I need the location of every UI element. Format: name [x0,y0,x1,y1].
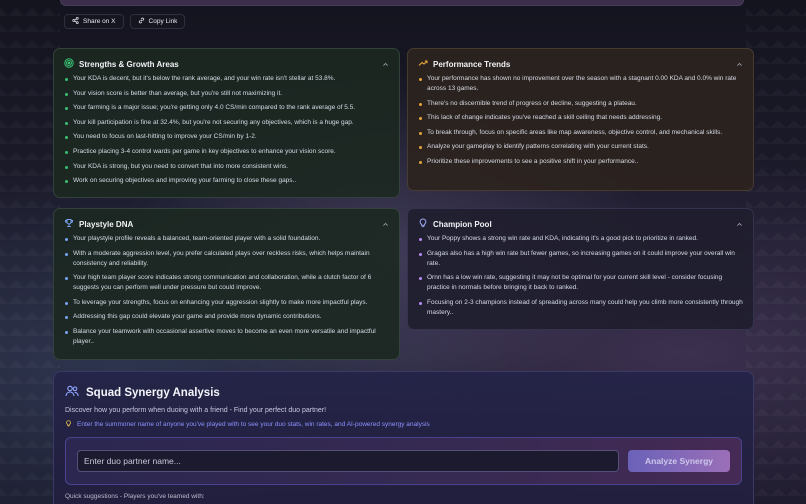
list-item: Your farming is a major issue; you're ge… [64,103,389,113]
list-item: Your performance has shown no improvemen… [418,74,743,94]
chevron-up-icon[interactable] [382,61,389,68]
champion-pool-list: Your Poppy shows a strong win rate and K… [418,234,743,318]
strengths-card: Strengths & Growth Areas Your KDA is dec… [53,48,400,198]
trend-up-icon [418,58,428,70]
list-item: Practice placing 3-4 control wards per g… [64,147,389,157]
list-item: Analyze your gameplay to identify patter… [418,142,743,152]
strengths-header[interactable]: Strengths & Growth Areas [64,58,389,70]
duo-partner-input[interactable] [77,450,619,472]
lightbulb-icon [65,420,72,429]
list-item: Ornn has a low win rate, suggesting it m… [418,273,743,293]
champion-pool-title: Champion Pool [433,219,492,229]
lightbulb-icon [418,218,428,230]
copy-link-button[interactable]: Copy Link [129,14,186,29]
playstyle-list: Your playstyle profile reveals a balance… [64,234,389,347]
playstyle-card: Playstyle DNA Your playstyle profile rev… [53,208,400,360]
squad-hint: Enter the summoner name of anyone you've… [65,420,742,429]
performance-header[interactable]: Performance Trends [418,58,743,70]
list-item: Addressing this gap could elevate your g… [64,312,389,322]
playstyle-header[interactable]: Playstyle DNA [64,218,389,230]
duo-search-box: Analyze Synergy [65,437,742,485]
squad-synergy-panel: Squad Synergy Analysis Discover how you … [53,371,754,504]
squad-title: Squad Synergy Analysis [86,386,220,399]
list-item: Your high team player score indicates st… [64,273,389,293]
link-icon [138,17,145,26]
trophy-icon [64,218,74,230]
background-pattern-right [746,0,806,504]
chevron-up-icon[interactable] [736,221,743,228]
quick-suggestions-label: Quick suggestions - Players you've teame… [65,493,205,500]
squad-subtitle: Discover how you perform when duoing wit… [65,407,327,414]
list-item: There's no discernible trend of progress… [418,99,743,109]
list-item: This lack of change indicates you've rea… [418,113,743,123]
previous-panel-edge [60,0,744,6]
list-item: Your kill participation is fine at 32.4%… [64,118,389,128]
playstyle-title: Playstyle DNA [79,219,134,229]
chevron-up-icon[interactable] [736,61,743,68]
share-icon [72,17,79,26]
list-item: Your Poppy shows a strong win rate and K… [418,234,743,244]
copy-link-label: Copy Link [148,18,178,25]
list-item: Gragas also has a high win rate but fewe… [418,249,743,269]
list-item: To leverage your strengths, focus on enh… [64,298,389,308]
list-item: With a moderate aggression level, you pr… [64,249,389,269]
strengths-list: Your KDA is decent, but it's below the r… [64,74,389,186]
share-on-x-button[interactable]: Share on X [64,14,124,29]
analyze-synergy-button[interactable]: Analyze Synergy [628,450,730,472]
list-item: Your vision score is better than average… [64,89,389,99]
champion-pool-header[interactable]: Champion Pool [418,218,743,230]
performance-card: Performance Trends Your performance has … [407,48,754,191]
list-item: Prioritize these improvements to see a p… [418,157,743,167]
list-item: Your playstyle profile reveals a balance… [64,234,389,244]
squad-hint-text: Enter the summoner name of anyone you've… [77,421,430,428]
share-actions: Share on X Copy Link [64,14,186,29]
list-item: Balance your teamwork with occasional as… [64,327,389,347]
list-item: Your KDA is strong, but you need to conv… [64,162,389,172]
list-item: To break through, focus on specific area… [418,128,743,138]
list-item: Your KDA is decent, but it's below the r… [64,74,389,84]
target-icon [64,58,74,70]
users-icon [65,384,79,401]
list-item: Work on securing objectives and improvin… [64,176,389,186]
background-pattern-left [0,0,60,504]
list-item: You need to focus on last-hitting to imp… [64,132,389,142]
share-on-x-label: Share on X [83,18,116,25]
strengths-title: Strengths & Growth Areas [79,59,179,69]
chevron-up-icon[interactable] [382,221,389,228]
list-item: Focusing on 2-3 champions instead of spr… [418,298,743,318]
champion-pool-card: Champion Pool Your Poppy shows a strong … [407,208,754,330]
performance-title: Performance Trends [433,59,511,69]
performance-list: Your performance has shown no improvemen… [418,74,743,167]
